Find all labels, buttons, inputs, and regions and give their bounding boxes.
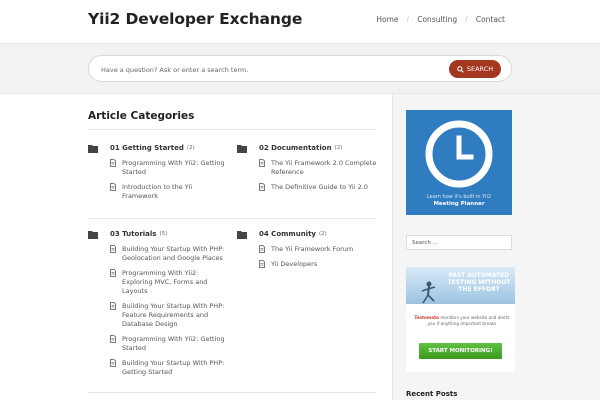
main-content: Article Categories 01 Getting Started (2… — [88, 94, 376, 400]
ad-body: Testomato monitors your website and aler… — [412, 315, 512, 326]
article-link[interactable]: Programming With Yii2: Getting Started — [122, 335, 228, 353]
document-icon — [110, 269, 116, 277]
sidebar-search-input[interactable] — [406, 235, 512, 250]
folder-icon — [237, 230, 247, 239]
article-link[interactable]: Yii Developers — [271, 260, 377, 269]
main-nav: Home / Consulting / Contact — [376, 15, 505, 24]
category-count: (2) — [186, 145, 195, 151]
article-item[interactable]: The Yii Framework Forum — [259, 245, 377, 254]
article-link[interactable]: Building Your Startup With PHP: Getting … — [122, 359, 228, 377]
article-link[interactable]: Programming With Yii2: Exploring MVC, Fo… — [122, 269, 228, 296]
article-item[interactable]: Building Your Startup With PHP: Feature … — [110, 302, 228, 329]
nav-separator: / — [465, 15, 468, 24]
article-item[interactable]: The Yii Framework 2.0 Complete Reference — [259, 159, 377, 177]
nav-separator: / — [406, 15, 410, 24]
article-link[interactable]: Programming With Yii2: Getting Started — [122, 159, 228, 177]
category-link[interactable]: 03 Tutorials — [110, 230, 156, 238]
article-link[interactable]: The Yii Framework Forum — [271, 245, 377, 254]
article-link[interactable]: The Definitive Guide to Yii 2.0 — [271, 183, 377, 192]
document-icon — [110, 183, 116, 191]
folder-icon — [88, 144, 98, 153]
category-link[interactable]: 02 Documentation — [259, 144, 332, 152]
testomato-ad[interactable]: FAST AUTOMATED TESTING WITHOUT THE EFFOR… — [406, 267, 515, 372]
article-item[interactable]: Yii Developers — [259, 260, 377, 269]
ad-title: Meeting Planner — [433, 201, 485, 207]
document-icon — [110, 359, 116, 367]
site-header: Yii2 Developer Exchange Home / Consultin… — [0, 0, 600, 43]
category-count: (5) — [159, 231, 168, 237]
ad-caption: Learn how it's built in Yii2 — [426, 194, 492, 200]
document-icon — [110, 335, 116, 343]
search-button[interactable]: SEARCH — [449, 60, 501, 78]
search-band: SEARCH — [0, 43, 600, 94]
article-item[interactable]: Programming With Yii2: Exploring MVC, Fo… — [110, 269, 228, 296]
meeting-planner-ad[interactable]: Learn how it's built in Yii2 Meeting Pla… — [406, 110, 512, 215]
runner-illustration — [421, 281, 436, 304]
search-button-label: SEARCH — [466, 65, 494, 73]
article-item[interactable]: Building Your Startup With PHP: Geolocat… — [110, 245, 228, 263]
ad-description: monitors your website and alerts you if … — [427, 315, 510, 326]
category-getting-started: 01 Getting Started (2) Programming With … — [88, 143, 228, 201]
sidebar: Learn how it's built in Yii2 Meeting Pla… — [392, 94, 600, 400]
folder-icon — [88, 230, 98, 239]
site-title[interactable]: Yii2 Developer Exchange — [88, 10, 302, 28]
search-input[interactable] — [101, 64, 421, 76]
nav-contact[interactable]: Contact — [476, 15, 505, 24]
divider — [88, 392, 376, 393]
article-item[interactable]: The Definitive Guide to Yii 2.0 — [259, 183, 377, 192]
ad-brand: Testomato — [414, 315, 439, 320]
document-icon — [259, 260, 265, 268]
article-item[interactable]: Programming With Yii2: Getting Started — [110, 159, 228, 177]
document-icon — [110, 159, 116, 167]
search-icon — [457, 65, 464, 73]
folder-icon — [237, 144, 247, 153]
document-icon — [259, 245, 265, 253]
category-community: 04 Community (2) The Yii Framework Forum… — [237, 229, 377, 269]
ad-headline: FAST AUTOMATED TESTING WITHOUT THE EFFOR… — [447, 272, 511, 293]
article-link[interactable]: Introduction to the Yii Framework — [122, 183, 228, 201]
document-icon — [259, 183, 265, 191]
category-tutorials: 03 Tutorials (5) Building Your Startup W… — [88, 229, 228, 377]
divider — [88, 218, 376, 219]
nav-home[interactable]: Home — [376, 15, 398, 24]
document-icon — [259, 159, 265, 167]
nav-consulting[interactable]: Consulting — [417, 15, 457, 24]
article-item[interactable]: Programming With Yii2: Getting Started — [110, 335, 228, 353]
document-icon — [110, 302, 116, 310]
category-link[interactable]: 01 Getting Started — [110, 144, 184, 152]
category-link[interactable]: 04 Community — [259, 230, 316, 238]
divider — [88, 129, 376, 130]
category-count: (2) — [319, 231, 327, 237]
category-count: (2) — [334, 145, 343, 151]
start-monitoring-button[interactable]: START MONITORING! — [419, 343, 502, 359]
category-documentation: 02 Documentation (2) The Yii Framework 2… — [237, 143, 377, 192]
article-item[interactable]: Introduction to the Yii Framework — [110, 183, 228, 201]
clock-icon — [425, 120, 493, 188]
article-link[interactable]: Building Your Startup With PHP: Feature … — [122, 302, 228, 329]
article-item[interactable]: Building Your Startup With PHP: Getting … — [110, 359, 228, 377]
article-link[interactable]: The Yii Framework 2.0 Complete Reference — [271, 159, 377, 177]
page-title: Article Categories — [88, 110, 195, 122]
article-link[interactable]: Building Your Startup With PHP: Geolocat… — [122, 245, 228, 263]
search-box: SEARCH — [88, 55, 512, 82]
document-icon — [110, 245, 116, 253]
recent-posts-heading: Recent Posts — [406, 390, 458, 398]
